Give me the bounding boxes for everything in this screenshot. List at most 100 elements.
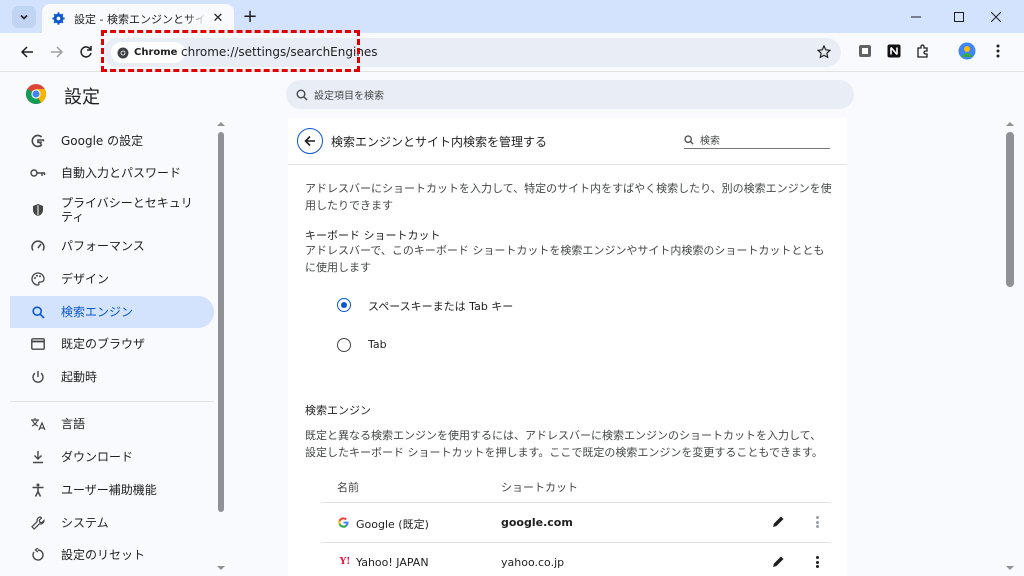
chrome-logo-icon xyxy=(26,84,46,104)
main-scrollbar[interactable] xyxy=(1006,132,1014,287)
row-divider xyxy=(321,502,831,503)
intro-text: アドレスバーにショートカットを入力して、特定のサイト内をすばやく検索したり、別の… xyxy=(305,182,832,212)
bookmark-star-icon[interactable] xyxy=(815,43,833,61)
radio-tab[interactable] xyxy=(337,338,351,352)
settings-search-input[interactable]: 設定項目を検索 xyxy=(286,80,854,109)
close-tab-icon[interactable]: ✕ xyxy=(210,11,226,27)
scroll-up-arrow-icon[interactable] xyxy=(1005,120,1015,128)
settings-gear-icon xyxy=(50,11,66,27)
sidebar-item-appearance[interactable]: デザイン xyxy=(10,263,214,295)
sidebar-item-reset[interactable]: 設定のリセット xyxy=(10,539,214,571)
palette-icon xyxy=(30,271,46,287)
column-header-shortcut: ショートカット xyxy=(501,481,578,494)
settings-page: Google の設定 自動入力とパスワード プライバシーとセキュリティ パフォー… xyxy=(0,118,1024,576)
scroll-down-arrow-icon[interactable] xyxy=(1005,564,1015,572)
yahoo-favicon-icon: Y! xyxy=(339,557,351,567)
tab-title: 設定 - 検索エンジンとサイト内検索を管理する xyxy=(74,12,206,26)
sidebar-item-label: 既定のブラウザ xyxy=(61,337,146,351)
edit-pencil-icon[interactable] xyxy=(771,555,785,569)
more-options-icon[interactable] xyxy=(812,555,822,569)
tab-search-button[interactable] xyxy=(12,6,36,28)
new-tab-button[interactable]: + xyxy=(240,6,260,27)
chip-label: Chrome xyxy=(134,47,178,58)
search-placeholder: 設定項目を検索 xyxy=(314,91,384,102)
profile-avatar-icon[interactable] xyxy=(958,42,976,60)
sidebar-item-downloads[interactable]: ダウンロード xyxy=(10,441,214,473)
sidebar-item-label: 自動入力とパスワード xyxy=(61,166,182,180)
sidebar-divider xyxy=(10,401,214,402)
sidebar-scrollbar[interactable] xyxy=(218,132,224,512)
tab-strip: 設定 - 検索エンジンとサイト内検索を管理する ✕ + xyxy=(0,0,1024,33)
sidebar-item-on-startup[interactable]: 起動時 xyxy=(10,361,214,393)
shield-icon xyxy=(30,202,46,218)
menu-more-icon[interactable] xyxy=(989,42,1007,60)
notion-extension-icon[interactable] xyxy=(885,42,903,60)
search-icon xyxy=(296,89,308,100)
close-window-button[interactable] xyxy=(978,0,1014,33)
sidebar-item-accessibility[interactable]: ユーザー補助機能 xyxy=(10,474,214,506)
browser-toolbar: Chrome chrome://settings/searchEngines xyxy=(0,33,1024,72)
gauge-icon xyxy=(30,238,46,254)
google-favicon-icon xyxy=(337,516,349,528)
subpage-search-placeholder: 検索 xyxy=(700,136,720,147)
subpage-title: 検索エンジンとサイト内検索を管理する xyxy=(331,135,548,149)
keyboard-shortcut-heading: キーボード ショートカット xyxy=(305,229,441,242)
search-engines-heading: 検索エンジン xyxy=(305,404,371,417)
page-title: 設定 xyxy=(64,87,100,108)
engine-shortcut-yahoo: yahoo.co.jp xyxy=(501,556,565,569)
more-options-icon[interactable] xyxy=(812,515,822,529)
scroll-up-arrow-icon[interactable] xyxy=(216,120,226,128)
download-icon xyxy=(30,449,46,465)
sidebar-item-label: 検索エンジン xyxy=(61,305,134,319)
sidebar-item-default-browser[interactable]: 既定のブラウザ xyxy=(10,328,214,360)
sidebar-item-search-engine[interactable]: 検索エンジン xyxy=(10,296,214,328)
settings-header: 設定 設定項目を検索 xyxy=(0,72,1024,118)
sidebar-item-performance[interactable]: パフォーマンス xyxy=(10,230,214,262)
reload-icon xyxy=(80,46,92,58)
back-arrow-button[interactable] xyxy=(297,128,323,154)
sidebar-item-label: ユーザー補助機能 xyxy=(61,483,157,497)
search-engines-card: 検索エンジンとサイト内検索を管理する 検索 アドレスバーにショートカットを入力し… xyxy=(288,118,847,576)
minimize-icon xyxy=(911,16,921,17)
sidebar-item-label: システム xyxy=(61,516,109,530)
engine-name-yahoo: Yahoo! JAPAN xyxy=(356,556,429,569)
extension-g-icon[interactable] xyxy=(856,42,874,60)
arrow-left-icon xyxy=(304,135,315,147)
wrench-icon xyxy=(30,515,46,531)
search-engines-description: 既定と異なる検索エンジンを使用するには、アドレスバーに検索エンジンのショートカッ… xyxy=(305,429,823,459)
subpage-search-input[interactable]: 検索 xyxy=(684,131,830,149)
arrow-right-icon xyxy=(51,46,64,58)
sidebar-item-languages[interactable]: 言語 xyxy=(10,408,214,440)
active-tab[interactable]: 設定 - 検索エンジンとサイト内検索を管理する ✕ xyxy=(42,4,234,33)
radio-space-or-tab[interactable] xyxy=(337,298,351,312)
keyboard-shortcut-description: アドレスバーで、このキーボード ショートカットを検索エンジンやサイト内検索のショ… xyxy=(305,244,825,274)
sidebar-item-privacy[interactable]: プライバシーとセキュリティ xyxy=(10,189,214,231)
search-icon xyxy=(684,134,694,145)
chrome-logo-icon xyxy=(117,47,129,59)
site-info-chip[interactable]: Chrome xyxy=(111,42,186,63)
reload-button[interactable] xyxy=(75,41,97,63)
address-bar[interactable]: Chrome chrome://settings/searchEngines xyxy=(103,38,841,67)
power-icon xyxy=(30,369,46,385)
sidebar-item-system[interactable]: システム xyxy=(10,507,214,539)
sidebar-item-google-settings[interactable]: Google の設定 xyxy=(10,125,214,157)
maximize-icon xyxy=(954,11,964,22)
row-divider xyxy=(321,542,831,543)
minimize-button[interactable] xyxy=(898,0,934,33)
divider xyxy=(288,164,847,165)
column-header-name: 名前 xyxy=(337,481,359,494)
reset-icon xyxy=(30,547,46,563)
url-text[interactable]: chrome://settings/searchEngines xyxy=(181,45,378,59)
forward-button[interactable] xyxy=(46,41,68,63)
sidebar-item-label: Google の設定 xyxy=(61,134,144,148)
sidebar-item-label: 起動時 xyxy=(61,370,98,384)
edit-pencil-icon[interactable] xyxy=(771,515,785,529)
sidebar-item-autofill[interactable]: 自動入力とパスワード xyxy=(10,157,214,189)
sidebar-item-label: デザイン xyxy=(61,272,110,286)
extensions-puzzle-icon[interactable] xyxy=(914,42,932,60)
scroll-down-arrow-icon[interactable] xyxy=(216,564,226,572)
radio-label-space-or-tab: スペースキーまたは Tab キー xyxy=(368,300,514,313)
maximize-button[interactable] xyxy=(941,0,977,33)
arrow-left-icon xyxy=(20,46,33,58)
back-button[interactable] xyxy=(16,41,38,63)
